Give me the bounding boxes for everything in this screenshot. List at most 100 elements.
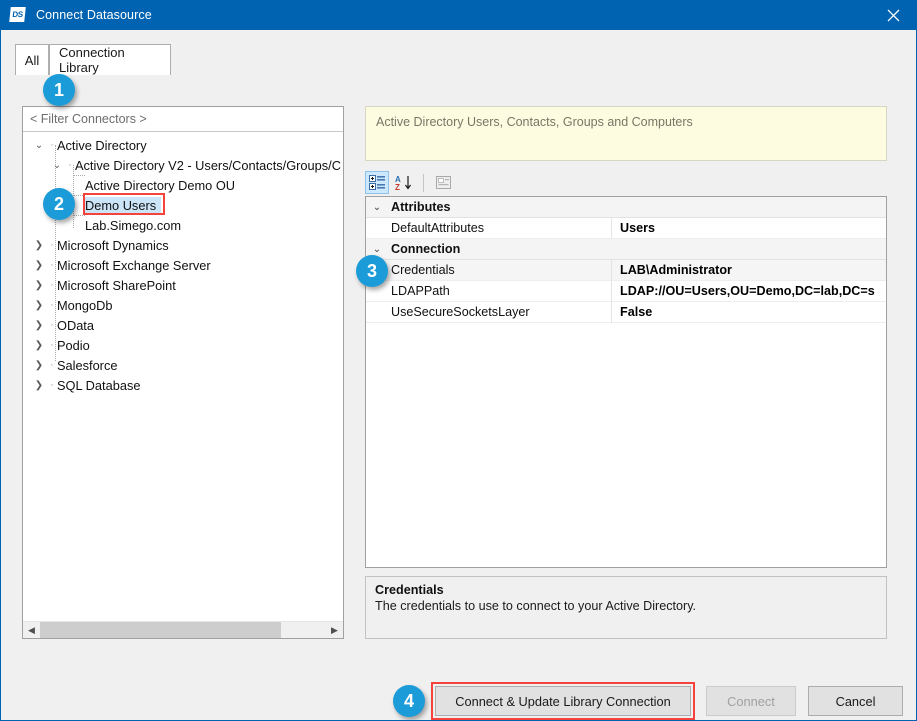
- property-name: Credentials: [388, 259, 612, 281]
- alphabetical-sort-button[interactable]: A Z: [392, 171, 416, 194]
- tree-dot: ·: [50, 279, 54, 291]
- property-credentials[interactable]: Credentials LAB\Administrator: [366, 259, 886, 281]
- tree-item-label: Microsoft Dynamics: [57, 237, 169, 253]
- annotation-badge-4: 4: [393, 685, 425, 717]
- property-description-panel: Credentials The credentials to use to co…: [365, 576, 887, 639]
- tree-dot: ·: [50, 139, 54, 151]
- property-pages-button[interactable]: [431, 171, 455, 194]
- property-value[interactable]: Users: [612, 221, 886, 235]
- tree-item-label: Active Directory: [57, 137, 147, 153]
- tree-dot: ·: [68, 159, 72, 171]
- tree-item-active-directory[interactable]: ⌄ · Active Directory: [23, 135, 343, 155]
- simego-datasync-icon: DS: [9, 6, 27, 24]
- connect-button: Connect: [706, 686, 796, 716]
- property-category-connection[interactable]: ⌄ Connection: [366, 239, 886, 260]
- tab-strip: All Connection Library: [15, 44, 903, 76]
- tree-item-microsoft-sharepoint[interactable]: ❯ · Microsoft SharePoint: [23, 275, 343, 295]
- close-button[interactable]: [870, 0, 916, 30]
- chevron-right-icon[interactable]: ❯: [31, 335, 47, 355]
- categorized-icon: [369, 175, 385, 190]
- tree-dot: ·: [50, 259, 54, 271]
- property-defaultattributes[interactable]: DefaultAttributes Users: [366, 217, 886, 239]
- close-icon: [887, 9, 899, 21]
- tree-dot: ·: [50, 239, 54, 251]
- chevron-right-icon[interactable]: ❯: [31, 295, 47, 315]
- property-category-label: Attributes: [391, 200, 451, 214]
- tree-item-odata[interactable]: ❯ · OData: [23, 315, 343, 335]
- dialog-body: All Connection Library < Filter Connecto…: [1, 30, 916, 720]
- connector-tree-panel: < Filter Connectors > ⌄ · Active Directo…: [22, 106, 344, 639]
- tree-item-microsoft-dynamics[interactable]: ❯ · Microsoft Dynamics: [23, 235, 343, 255]
- chevron-down-icon[interactable]: ⌄: [366, 244, 388, 255]
- tree-item-label: Podio: [57, 337, 90, 353]
- svg-text:Z: Z: [395, 183, 400, 191]
- property-usesecuresocketslayer[interactable]: UseSecureSocketsLayer False: [366, 301, 886, 323]
- tree-item-label: MongoDb: [57, 297, 113, 313]
- property-description-title: Credentials: [375, 583, 444, 597]
- tree-item-label: Microsoft Exchange Server: [57, 257, 211, 273]
- tree-item-lab-simego-com[interactable]: Lab.Simego.com: [23, 215, 343, 235]
- connector-description-text: Active Directory Users, Contacts, Groups…: [376, 115, 693, 129]
- tree-horizontal-scrollbar[interactable]: ◀ ▶: [23, 621, 343, 638]
- toolbar-separator: [423, 173, 424, 192]
- scroll-right-arrow-icon[interactable]: ▶: [326, 622, 343, 638]
- chevron-right-icon[interactable]: ❯: [31, 375, 47, 395]
- tree-dot: ·: [50, 379, 54, 391]
- app-icon-text: DS: [11, 9, 24, 19]
- scroll-left-arrow-icon[interactable]: ◀: [23, 622, 40, 638]
- chevron-down-icon[interactable]: ⌄: [31, 135, 47, 155]
- tab-connection-library[interactable]: Connection Library: [49, 44, 171, 75]
- tree-item-demo-users[interactable]: Demo Users: [23, 195, 343, 215]
- property-value[interactable]: LDAP://OU=Users,OU=Demo,DC=lab,DC=s: [612, 284, 886, 298]
- property-value[interactable]: LAB\Administrator: [612, 263, 886, 277]
- property-name: LDAPPath: [388, 280, 612, 302]
- cancel-button[interactable]: Cancel: [808, 686, 903, 716]
- connect-update-library-connection-button[interactable]: Connect & Update Library Connection: [435, 686, 691, 716]
- tree-item-label: Lab.Simego.com: [85, 217, 182, 233]
- tree-item-sql-database[interactable]: ❯ · SQL Database: [23, 375, 343, 395]
- chevron-right-icon[interactable]: ❯: [31, 275, 47, 295]
- tree-item-active-directory-demo-ou[interactable]: Active Directory Demo OU: [23, 175, 343, 195]
- chevron-right-icon[interactable]: ❯: [31, 255, 47, 275]
- tree-item-label: Demo Users: [83, 196, 162, 214]
- property-description-text: The credentials to use to connect to you…: [375, 599, 697, 613]
- property-category-label: Connection: [391, 242, 461, 256]
- filter-connectors-input[interactable]: < Filter Connectors >: [23, 107, 343, 132]
- chevron-down-icon[interactable]: ⌄: [49, 155, 65, 175]
- annotation-badge-1: 1: [43, 74, 75, 106]
- property-category-attributes[interactable]: ⌄ Attributes: [366, 197, 886, 218]
- chevron-down-icon[interactable]: ⌄: [366, 202, 388, 213]
- property-pages-icon: [435, 176, 451, 189]
- tree-dot: ·: [50, 339, 54, 351]
- property-name: UseSecureSocketsLayer: [388, 301, 612, 323]
- window-title: Connect Datasource: [36, 8, 152, 22]
- tree-item-label: Active Directory V2 - Users/Contacts/Gro…: [75, 157, 341, 173]
- property-grid[interactable]: ⌄ Attributes DefaultAttributes Users ⌄ C…: [365, 196, 887, 568]
- tree-item-salesforce[interactable]: ❯ · Salesforce: [23, 355, 343, 375]
- property-grid-toolbar: A Z: [365, 170, 887, 195]
- tree-dot: ·: [50, 319, 54, 331]
- scrollbar-track[interactable]: [40, 622, 326, 638]
- scrollbar-thumb[interactable]: [40, 622, 281, 638]
- tree-item-label: Active Directory Demo OU: [85, 177, 236, 193]
- tree-dot: ·: [50, 359, 54, 371]
- tree-item-label: Salesforce: [57, 357, 118, 373]
- chevron-right-icon[interactable]: ❯: [31, 355, 47, 375]
- tree-item-mongodb[interactable]: ❯ · MongoDb: [23, 295, 343, 315]
- categorized-view-button[interactable]: [365, 171, 389, 194]
- connector-description-banner: Active Directory Users, Contacts, Groups…: [365, 106, 887, 161]
- connector-tree[interactable]: ⌄ · Active Directory ⌄ · Active Director…: [23, 132, 343, 621]
- tree-item-label: OData: [57, 317, 94, 333]
- tab-all[interactable]: All: [15, 44, 49, 75]
- connect-datasource-dialog: DS Connect Datasource All Connection Lib…: [0, 0, 917, 721]
- sort-az-icon: A Z: [395, 175, 411, 191]
- chevron-right-icon[interactable]: ❯: [31, 315, 47, 335]
- property-name: DefaultAttributes: [388, 217, 612, 239]
- tree-item-microsoft-exchange-server[interactable]: ❯ · Microsoft Exchange Server: [23, 255, 343, 275]
- property-ldappath[interactable]: LDAPPath LDAP://OU=Users,OU=Demo,DC=lab,…: [366, 280, 886, 302]
- tree-item-podio[interactable]: ❯ · Podio: [23, 335, 343, 355]
- property-value[interactable]: False: [612, 305, 886, 319]
- chevron-right-icon[interactable]: ❯: [31, 235, 47, 255]
- tree-item-active-directory-v2[interactable]: ⌄ · Active Directory V2 - Users/Contacts…: [23, 155, 343, 175]
- tree-dot: ·: [50, 299, 54, 311]
